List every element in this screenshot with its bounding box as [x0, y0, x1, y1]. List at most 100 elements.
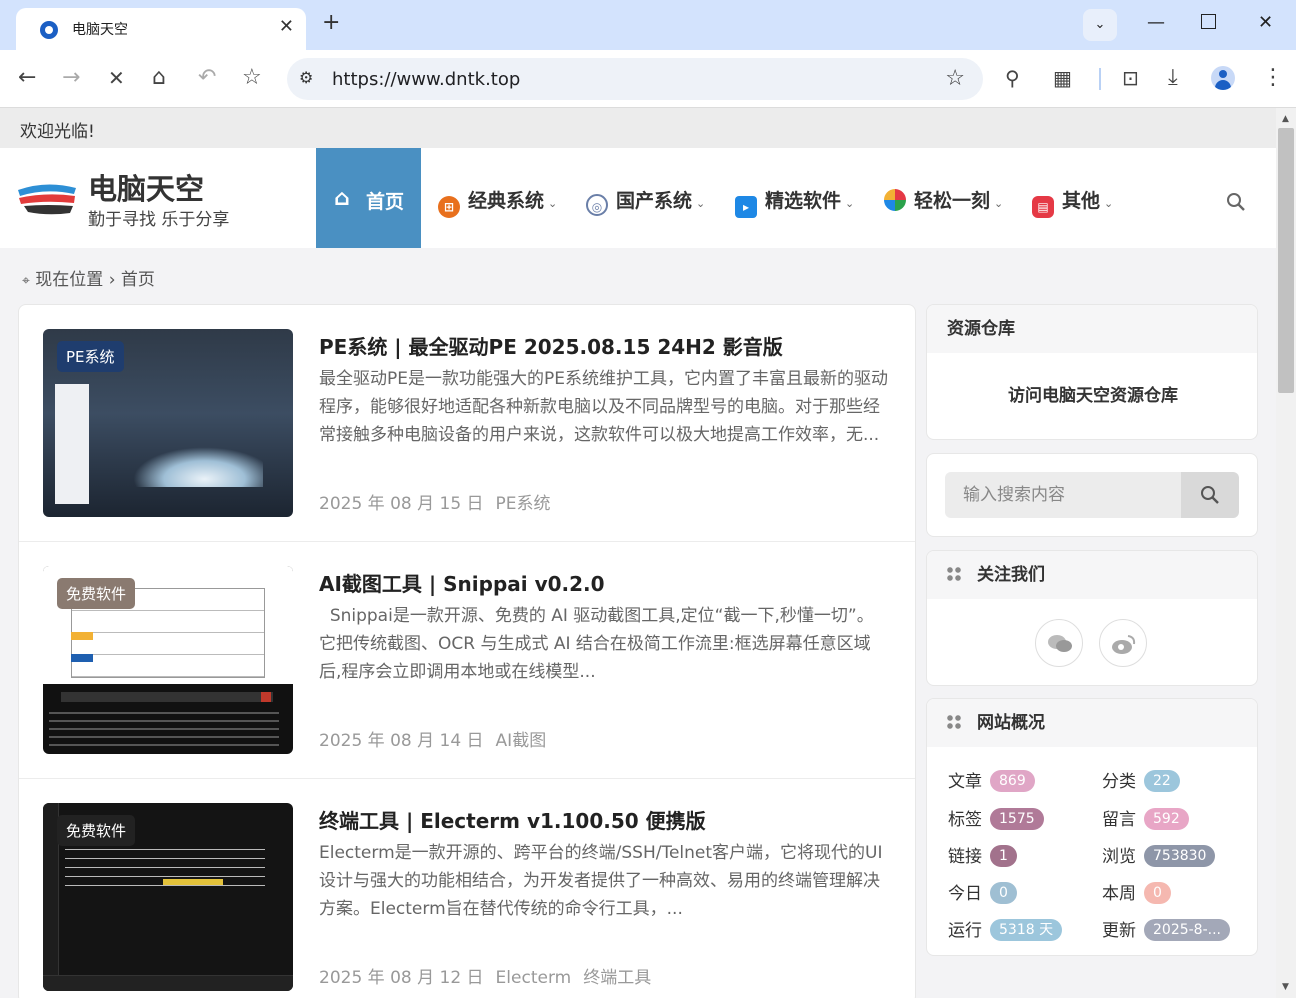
article-thumbnail[interactable]: 免费软件: [43, 566, 293, 754]
tab-search-button[interactable]: ⌄: [1083, 9, 1117, 41]
page-scrollbar[interactable]: ▲ ▼: [1276, 108, 1296, 998]
article-category[interactable]: Electerm: [496, 968, 572, 988]
scroll-down-icon[interactable]: ▼: [1282, 982, 1289, 992]
stat-badge: 22: [1144, 770, 1180, 792]
search-icon[interactable]: [1226, 192, 1246, 212]
stats-card-header: 网站概况: [927, 699, 1257, 747]
toolbar-divider: [1099, 68, 1101, 90]
nav-item-relax[interactable]: 轻松一刻 ⌄: [884, 186, 1003, 212]
search-icon[interactable]: ⚲: [1005, 66, 1020, 90]
scroll-up-icon[interactable]: ▲: [1282, 114, 1289, 124]
article-category[interactable]: AI截图: [496, 731, 547, 751]
url-text[interactable]: https://www.dntk.top: [332, 69, 520, 90]
tab-close-icon[interactable]: ✕: [279, 16, 294, 37]
article-thumbnail[interactable]: 免费软件: [43, 803, 293, 991]
stat-uptime: 运行 5318 天: [948, 916, 1063, 941]
stat-links: 链接 1: [948, 842, 1017, 867]
follow-card-header: 关注我们: [927, 551, 1257, 599]
article-title[interactable]: AI截图工具 | Snippai v0.2.0: [319, 568, 605, 597]
home-icon[interactable]: ⌂: [152, 66, 166, 90]
article-date: 2025 年 08 月 14 日: [319, 731, 484, 751]
profile-avatar-icon[interactable]: [1211, 66, 1235, 90]
location-pin-icon: ⌖: [22, 273, 30, 289]
article-category[interactable]: PE系统: [496, 494, 551, 514]
stats-card: 网站概况 文章 869 分类 22 标签 1575 留言 592 链接 1 浏览 75383…: [926, 698, 1258, 956]
forward-icon[interactable]: →: [62, 66, 80, 90]
stat-categories: 分类 22: [1102, 767, 1180, 792]
site-logo-icon[interactable]: [16, 178, 78, 220]
article-date: 2025 年 08 月 12 日: [319, 968, 484, 988]
search-input[interactable]: [945, 472, 1181, 518]
breadcrumb-location: 现在位置: [35, 270, 104, 290]
search-icon: [1201, 486, 1219, 504]
article-title[interactable]: 终端工具 | Electerm v1.100.50 便携版: [319, 805, 706, 834]
tab-title: 电脑天空: [72, 22, 128, 38]
article-meta: 2025 年 08 月 14 日 AI截图: [319, 726, 558, 751]
new-tab-button[interactable]: +: [322, 10, 340, 35]
terminal-url-highlight: [163, 879, 223, 885]
site-header: 电脑天空 勤于寻找 乐于分享 ⌂ 首页 ⊞ 经典系统 ⌄ ◎ 国产系统 ⌄ ▸ 精选软件 ⌄…: [0, 148, 1276, 248]
screenshot-toolbar: [61, 692, 273, 702]
stat-badge: 5318 天: [990, 919, 1063, 941]
article-item[interactable]: 免费软件 AI截图工具 | Snippai v0.2.0 Snippai是一款开…: [19, 542, 915, 779]
repo-card: 资源仓库 访问电脑天空资源仓库: [926, 304, 1258, 440]
stat-badge: 0: [990, 882, 1017, 904]
article-excerpt: Electerm是一款开源的、跨平台的终端/SSH/Telnet客户端，它将现代…: [319, 843, 883, 919]
weibo-button[interactable]: [1099, 619, 1147, 667]
scroll-thumb[interactable]: [1278, 128, 1294, 393]
download-icon[interactable]: ⤓: [1168, 66, 1178, 90]
nav-item-other[interactable]: ▤ 其他 ⌄: [1032, 186, 1113, 218]
screenshot-highlight: [71, 632, 93, 640]
welcome-bar: 欢迎光临!: [0, 108, 1276, 148]
nav-item-classic-systems[interactable]: ⊞ 经典系统 ⌄: [438, 186, 558, 218]
calendar-icon: ▤: [1032, 196, 1054, 218]
stat-badge: 753830: [1144, 845, 1216, 867]
nav-item-home[interactable]: ⌂ 首页: [316, 148, 421, 248]
article-item[interactable]: 免费软件 终端工具 | Electerm v1.100.50 便携版 Elect…: [19, 779, 915, 998]
maximize-button[interactable]: [1201, 14, 1216, 29]
screenshot-toolbar-button: [261, 692, 271, 702]
search-button[interactable]: [1181, 472, 1239, 518]
category-tag[interactable]: PE系统: [57, 341, 124, 372]
address-bar[interactable]: ⚙ https://www.dntk.top ☆: [287, 58, 983, 100]
web-page: 欢迎光临! 电脑天空 勤于寻找 乐于分享 ⌂ 首页 ⊞ 经典系统 ⌄ ◎ 国产系统 ⌄ …: [0, 108, 1276, 998]
site-info-icon[interactable]: ⚙: [299, 68, 313, 87]
crop-screenshot-icon[interactable]: ⊡: [1122, 66, 1139, 90]
article-title[interactable]: PE系统 | 最全驱动PE 2025.08.15 24H2 影音版: [319, 331, 783, 360]
wechat-button[interactable]: [1035, 619, 1083, 667]
back-icon[interactable]: ←: [18, 66, 36, 90]
site-slogan: 勤于寻找 乐于分享: [88, 210, 230, 230]
stat-badge: 1: [990, 845, 1017, 867]
stop-loading-icon[interactable]: ✕: [108, 66, 125, 90]
chevron-down-icon: ⌄: [696, 197, 706, 210]
nav-item-domestic-systems[interactable]: ◎ 国产系统 ⌄: [586, 186, 706, 216]
software-icon: ▸: [735, 196, 757, 218]
repo-link[interactable]: 访问电脑天空资源仓库: [927, 381, 1257, 406]
breadcrumb-current[interactable]: 首页: [121, 270, 155, 290]
dots-icon: [947, 715, 961, 729]
qr-code-icon[interactable]: ▦: [1053, 66, 1072, 90]
follow-card-title: 关注我们: [977, 565, 1045, 585]
close-window-button[interactable]: ✕: [1258, 12, 1273, 33]
article-item[interactable]: PE系统 PE系统 | 最全驱动PE 2025.08.15 24H2 影音版 最…: [19, 305, 915, 542]
browser-toolbar: ← → ✕ ⌂ ↶ ☆ ⚙ https://www.dntk.top ☆ ⚲ ▦…: [0, 50, 1296, 108]
minimize-button[interactable]: —: [1147, 12, 1165, 33]
nav-item-software[interactable]: ▸ 精选软件 ⌄: [735, 186, 854, 218]
home-icon: ⌂: [334, 186, 350, 211]
undo-icon[interactable]: ↶: [198, 66, 216, 90]
article-thumbnail[interactable]: PE系统: [43, 329, 293, 517]
disc-icon: ◎: [586, 194, 608, 216]
category-tag[interactable]: 免费软件: [57, 815, 136, 846]
bookmark-page-icon[interactable]: ☆: [945, 66, 965, 91]
category-tag[interactable]: 免费软件: [57, 578, 136, 609]
stat-badge: 2025-8-...: [1144, 919, 1230, 941]
bookmark-star-icon[interactable]: ☆: [242, 66, 262, 90]
chevron-down-icon: ⌄: [548, 197, 558, 210]
site-name[interactable]: 电脑天空: [88, 166, 204, 208]
pinwheel-icon: [884, 189, 906, 211]
article-category[interactable]: 终端工具: [583, 968, 651, 988]
stat-comments: 留言 592: [1102, 805, 1189, 830]
browser-tab[interactable]: 电脑天空 ✕: [16, 8, 306, 50]
search-card: [926, 453, 1258, 537]
menu-kebab-icon[interactable]: ⋮: [1262, 66, 1284, 90]
